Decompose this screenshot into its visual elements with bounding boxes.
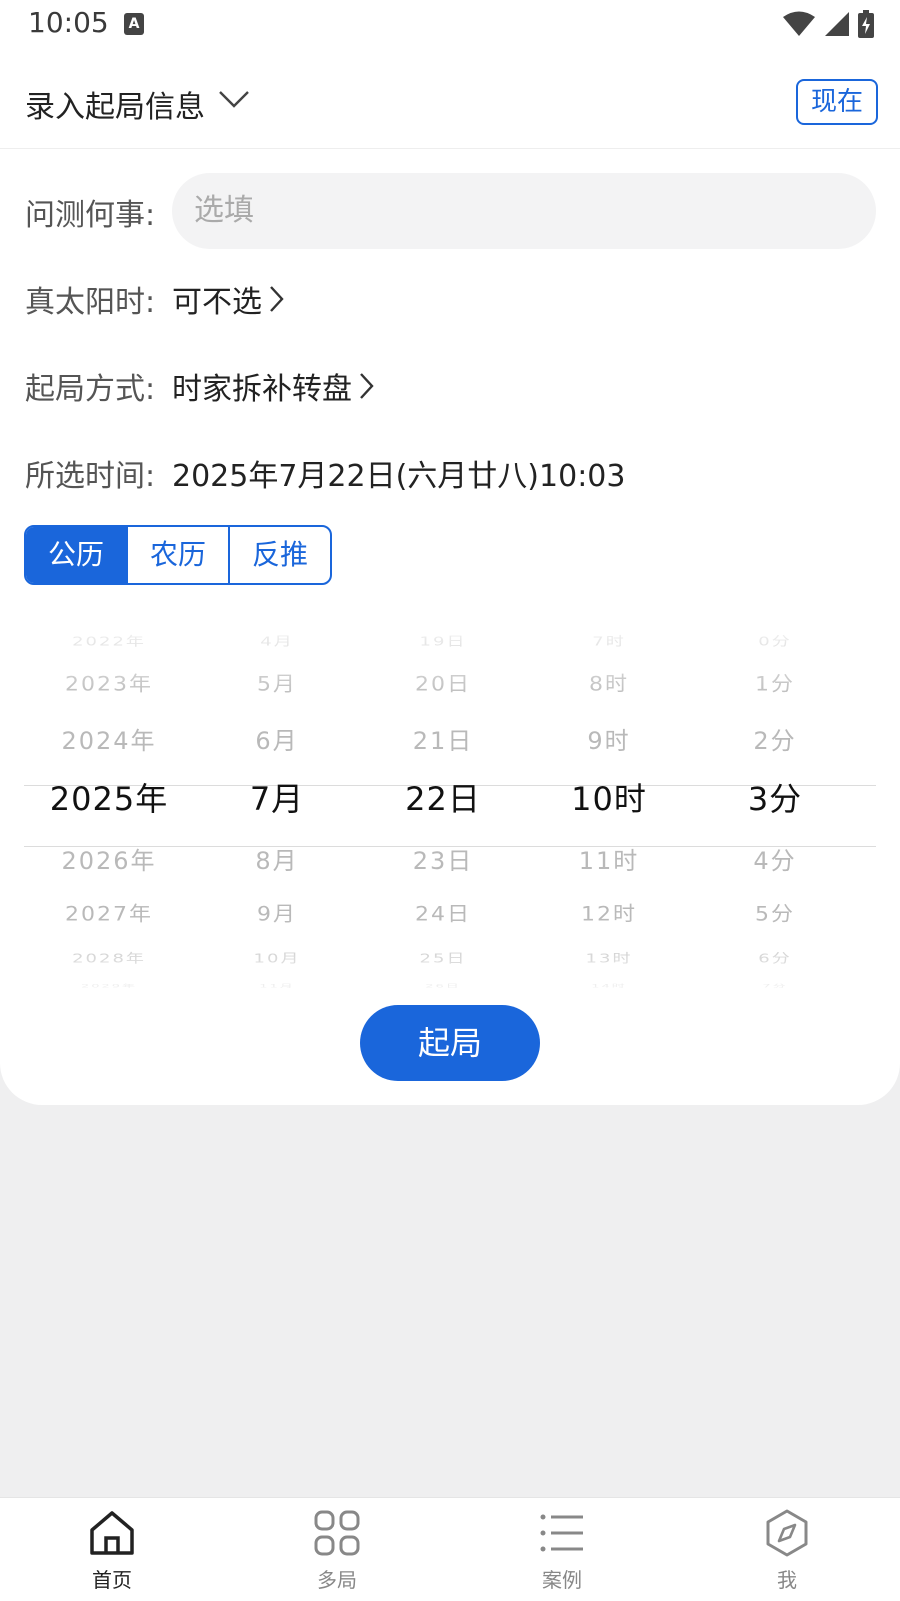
picker-item-minute[interactable]: 4分: [690, 846, 860, 876]
picker-selected-year[interactable]: 2025年: [24, 780, 194, 818]
picker-item-hour[interactable]: 13时: [524, 951, 694, 968]
picker-item-year[interactable]: 2022年: [24, 634, 194, 651]
wifi-icon: [783, 11, 815, 36]
picker-column-hour[interactable]: 6时 7时 8时 9时 10时 11时 12时 13时 14时: [524, 612, 694, 1007]
chevron-right-icon: [270, 286, 284, 312]
picker-column-day[interactable]: 18日 19日 20日 21日 22日 23日 24日 25日 26日: [358, 612, 528, 1007]
picker-item-year[interactable]: 2027年: [24, 902, 194, 927]
signal-icon: [825, 12, 849, 36]
tab-me-label: 我: [777, 1568, 797, 1592]
now-button[interactable]: 现在: [796, 79, 878, 125]
picker-item-month[interactable]: 5月: [192, 672, 362, 697]
picker-item-minute[interactable]: 5分: [690, 902, 860, 927]
notification-icon: A: [124, 13, 144, 35]
question-label: 问测何事:: [25, 198, 156, 233]
picker-item-month[interactable]: 9月: [192, 902, 362, 927]
tab-multi[interactable]: 多局: [277, 1508, 397, 1593]
method-value: 时家拆补转盘: [172, 372, 352, 407]
home-icon: [90, 1511, 134, 1555]
picker-item-year[interactable]: 2024年: [24, 726, 194, 756]
page-header: 录入起局信息 现在: [0, 60, 900, 149]
page-title: 录入起局信息: [25, 90, 205, 125]
start-button[interactable]: 起局: [360, 1005, 540, 1081]
tab-cases[interactable]: 案例: [502, 1508, 622, 1593]
method-selector[interactable]: 时家拆补转盘: [172, 364, 376, 408]
tab-lunar[interactable]: 农历: [126, 527, 228, 583]
tab-home[interactable]: 首页: [52, 1508, 172, 1593]
picker-selected-minute[interactable]: 3分: [690, 780, 860, 818]
picker-column-month[interactable]: 3月 4月 5月 6月 7月 8月 9月 10月 11月: [192, 612, 362, 1007]
picker-item-year[interactable]: 2023年: [24, 672, 194, 697]
picker-item-day[interactable]: 24日: [358, 902, 528, 927]
tab-me[interactable]: 我: [727, 1508, 847, 1593]
selected-time-label: 所选时间:: [25, 459, 156, 494]
status-time: 10:05: [28, 6, 109, 39]
chevron-right-icon: [360, 373, 374, 399]
calendar-type-toggle: 公历 农历 反推: [24, 525, 332, 585]
picker-item-minute[interactable]: 7分: [690, 983, 860, 990]
picker-item-year[interactable]: 2028年: [24, 951, 194, 968]
picker-column-year[interactable]: 2021年 2022年 2023年 2024年 2025年 2026年 2027年 2028年…: [24, 612, 194, 1007]
picker-item-hour[interactable]: 7时: [524, 634, 694, 651]
tab-reverse[interactable]: 反推: [228, 527, 330, 583]
list-icon: [540, 1514, 583, 1552]
system-icons: [782, 10, 874, 38]
picker-selected-month[interactable]: 7月: [192, 780, 362, 818]
datetime-picker[interactable]: 2021年 2022年 2023年 2024年 2025年 2026年 2027年 2028年…: [24, 612, 876, 1007]
picker-item-hour[interactable]: 8时: [524, 672, 694, 697]
picker-item-hour[interactable]: 6时: [524, 612, 694, 613]
picker-item-hour[interactable]: 14时: [524, 983, 694, 990]
picker-item-month[interactable]: 11月: [192, 983, 362, 990]
picker-item-month[interactable]: 4月: [192, 634, 362, 651]
picker-item-year[interactable]: 2029年: [24, 983, 194, 990]
tab-multi-label: 多局: [317, 1568, 357, 1592]
picker-item-hour[interactable]: 12时: [524, 902, 694, 927]
battery-icon: [858, 10, 874, 38]
picker-item-month[interactable]: 10月: [192, 951, 362, 968]
picker-item-day[interactable]: 19日: [358, 634, 528, 651]
question-input[interactable]: 选填: [172, 173, 876, 249]
tab-home-label: 首页: [92, 1568, 132, 1592]
tab-gregorian[interactable]: 公历: [26, 527, 126, 583]
picker-item-minute[interactable]: 2分: [690, 726, 860, 756]
picker-selected-day[interactable]: 22日: [358, 780, 528, 818]
solar-time-value: 可不选: [172, 285, 262, 320]
grid-icon: [314, 1510, 360, 1556]
picker-item-day[interactable]: 20日: [358, 672, 528, 697]
solar-time-label: 真太阳时:: [25, 285, 156, 320]
picker-item-minute[interactable]: 6分: [690, 951, 860, 968]
solar-time-selector[interactable]: 可不选: [172, 277, 286, 321]
picker-item-month[interactable]: 6月: [192, 726, 362, 756]
tab-cases-label: 案例: [542, 1568, 582, 1592]
picker-selected-hour[interactable]: 10时: [524, 780, 694, 818]
selected-time-value: 2025年7月22日(六月廿八)10:03: [172, 459, 626, 494]
picker-item-hour[interactable]: 11时: [524, 846, 694, 876]
picker-item-day[interactable]: 21日: [358, 726, 528, 756]
chevron-down-icon[interactable]: [218, 90, 250, 108]
compass-icon: [766, 1509, 808, 1557]
picker-item-day[interactable]: 23日: [358, 846, 528, 876]
picker-item-hour[interactable]: 9时: [524, 726, 694, 756]
bottom-tab-bar: 首页 多局 案例 我: [0, 1497, 900, 1601]
method-label: 起局方式:: [25, 372, 156, 407]
status-bar: 10:05 A: [0, 0, 900, 50]
picker-item-day[interactable]: 25日: [358, 951, 528, 968]
picker-item-minute[interactable]: 0分: [690, 634, 860, 651]
picker-item-year[interactable]: 2026年: [24, 846, 194, 876]
picker-item-year[interactable]: 2021年: [24, 612, 194, 613]
picker-item-month[interactable]: 3月: [192, 612, 362, 613]
picker-item-day[interactable]: 26日: [358, 983, 528, 990]
picker-item-day[interactable]: 18日: [358, 612, 528, 613]
picker-item-month[interactable]: 8月: [192, 846, 362, 876]
picker-column-minute[interactable]: 0分 1分 2分 3分 4分 5分 6分 7分: [690, 612, 860, 1007]
picker-item-minute[interactable]: 1分: [690, 672, 860, 697]
